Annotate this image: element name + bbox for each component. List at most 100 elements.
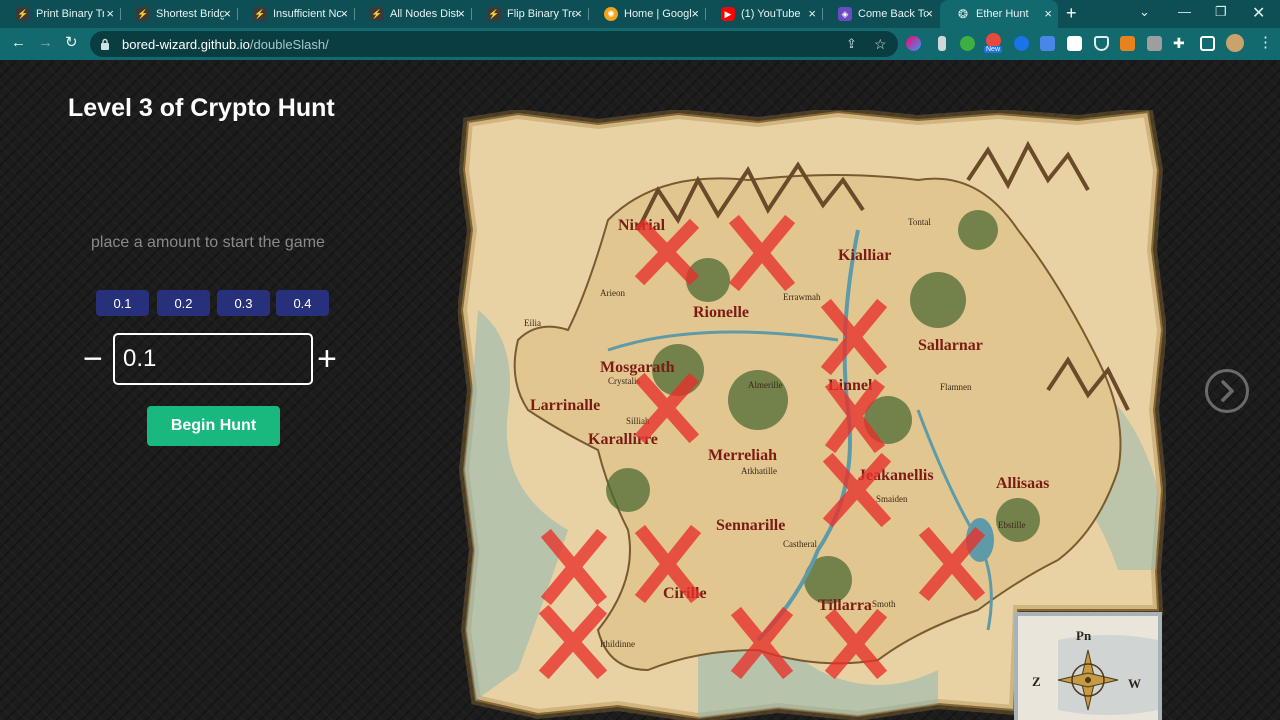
town-label: Flamnen xyxy=(940,382,972,392)
browser-tab[interactable]: ⚡ Shortest Bridg × xyxy=(120,0,238,28)
close-window-icon[interactable]: ✕ xyxy=(1252,3,1265,23)
tab-title: Ether Hunt xyxy=(976,8,1029,20)
amount-option-button[interactable]: 0.1 xyxy=(96,290,149,316)
hint-text: place a amount to start the game xyxy=(91,234,325,251)
extension-icon[interactable] xyxy=(960,36,975,51)
extension-icon[interactable] xyxy=(938,36,946,51)
new-tab-button[interactable]: + xyxy=(1066,4,1077,22)
treasure-map[interactable]: Nirrial Kialliar Rionelle Sallarnar Mosg… xyxy=(456,106,1168,720)
game-page: Level 3 of Crypto Hunt place a amount to… xyxy=(0,60,1280,720)
close-icon[interactable]: × xyxy=(808,7,816,20)
tab-title: Shortest Bridg xyxy=(156,8,224,20)
leetcode-icon: ⚡ xyxy=(16,7,30,21)
browser-tab[interactable]: ✺ Home | Googl × xyxy=(588,0,706,28)
extension-icon[interactable] xyxy=(906,36,921,51)
town-label: Eilia xyxy=(524,318,541,328)
extension-icon[interactable] xyxy=(1014,36,1029,51)
region-label: Larrinalle xyxy=(530,397,600,414)
compass-west-label: Z xyxy=(1032,674,1041,689)
town-label: Castheral xyxy=(783,539,817,549)
tab-title: Flip Binary Tre xyxy=(507,8,575,20)
forest xyxy=(606,468,650,512)
tab-title: (1) YouTube xyxy=(741,8,801,20)
decrement-button[interactable]: − xyxy=(83,342,103,376)
town-label: Almerille xyxy=(748,380,783,390)
next-level-button[interactable] xyxy=(1205,369,1249,413)
extension-new-badge: New xyxy=(984,46,1003,53)
extension-icon[interactable] xyxy=(1147,36,1162,51)
region-label: Allisaas xyxy=(996,475,1049,492)
browser-tab[interactable]: ⚡ All Nodes Dist × xyxy=(354,0,472,28)
browser-tab-active[interactable]: ❂ Ether Hunt × xyxy=(940,0,1058,28)
town-label: Atkhatille xyxy=(741,466,777,476)
tab-title: Print Binary Tr xyxy=(36,8,104,20)
close-icon[interactable]: × xyxy=(925,7,933,20)
compass-north-label: Pn xyxy=(1076,628,1092,643)
ether-hunt-icon: ❂ xyxy=(957,7,969,21)
back-icon[interactable]: ← xyxy=(11,35,26,50)
town-label: Tontal xyxy=(908,217,931,227)
forest xyxy=(910,272,966,328)
town-label: Errawmah xyxy=(783,292,821,302)
leetcode-icon: ⚡ xyxy=(370,7,384,21)
leetcode-icon: ⚡ xyxy=(253,7,267,21)
app-icon: ◈ xyxy=(838,7,852,21)
increment-button[interactable]: + xyxy=(317,342,337,376)
chevron-right-icon xyxy=(1221,380,1234,402)
town-label: Smoth xyxy=(872,599,896,609)
menu-icon[interactable]: ⋮ xyxy=(1258,35,1273,50)
tab-title: Insufficient No xyxy=(273,8,341,20)
translate-icon[interactable] xyxy=(1040,36,1055,51)
url-path: /doubleSlash/ xyxy=(249,36,329,52)
close-icon[interactable]: × xyxy=(1044,7,1052,20)
begin-hunt-button[interactable]: Begin Hunt xyxy=(147,406,280,446)
region-label: Mosgarath xyxy=(600,359,675,376)
browser-tab[interactable]: ⚡ Print Binary Tr × xyxy=(0,0,121,28)
browser-tab[interactable]: ▶ (1) YouTube × xyxy=(705,0,823,28)
browser-tab[interactable]: ⚡ Flip Binary Tre × xyxy=(471,0,589,28)
forest xyxy=(958,210,998,250)
close-icon[interactable]: × xyxy=(691,7,699,20)
restore-icon[interactable]: ❐ xyxy=(1215,4,1227,20)
region-label: Sennarille xyxy=(716,517,785,534)
side-panel-icon[interactable] xyxy=(1200,36,1215,51)
amount-option-button[interactable]: 0.3 xyxy=(217,290,270,316)
town-label: Ithildinne xyxy=(600,639,635,649)
youtube-icon: ▶ xyxy=(721,7,735,21)
amount-option-button[interactable]: 0.4 xyxy=(276,290,329,316)
region-label: Sallarnar xyxy=(918,337,983,354)
extension-icon[interactable] xyxy=(1067,36,1082,51)
map-illustration: Nirrial Kialliar Rionelle Sallarnar Mosg… xyxy=(456,106,1168,720)
amount-input[interactable] xyxy=(113,333,313,385)
browser-tab[interactable]: ⚡ Insufficient No × xyxy=(237,0,355,28)
address-bar[interactable]: bored-wizard.github.io/doubleSlash/ ⇪ ☆ xyxy=(90,31,898,57)
town-label: Smaiden xyxy=(876,494,908,504)
tab-search-icon[interactable]: ⌄ xyxy=(1139,4,1150,20)
puzzle-icon[interactable]: ✚ xyxy=(1173,36,1188,51)
compass-east-label: W xyxy=(1128,676,1141,691)
avatar[interactable] xyxy=(1226,34,1244,52)
shield-icon[interactable] xyxy=(1094,36,1109,51)
google-sites-icon: ✺ xyxy=(604,7,618,21)
page-title: Level 3 of Crypto Hunt xyxy=(68,94,335,122)
amount-option-button[interactable]: 0.2 xyxy=(157,290,210,316)
metamask-icon[interactable] xyxy=(1120,36,1135,51)
lock-icon xyxy=(100,38,112,50)
reload-icon[interactable]: ↻ xyxy=(65,35,78,50)
forward-icon[interactable]: → xyxy=(38,35,53,50)
close-icon[interactable]: × xyxy=(457,7,465,20)
share-icon[interactable]: ⇪ xyxy=(846,36,857,52)
tab-title: Come Back To xyxy=(858,8,926,20)
close-icon[interactable]: × xyxy=(106,7,114,20)
leetcode-icon: ⚡ xyxy=(487,7,501,21)
browser-tab[interactable]: ◈ Come Back To × xyxy=(822,0,939,28)
forest xyxy=(728,370,788,430)
close-icon[interactable]: × xyxy=(574,7,582,20)
minimize-icon[interactable]: — xyxy=(1178,4,1191,19)
bookmark-star-icon[interactable]: ☆ xyxy=(874,36,887,53)
close-icon[interactable]: × xyxy=(223,7,231,20)
leetcode-icon: ⚡ xyxy=(136,7,150,21)
region-label: Kialliar xyxy=(838,247,891,264)
close-icon[interactable]: × xyxy=(340,7,348,20)
tab-title: All Nodes Dist xyxy=(390,8,458,20)
